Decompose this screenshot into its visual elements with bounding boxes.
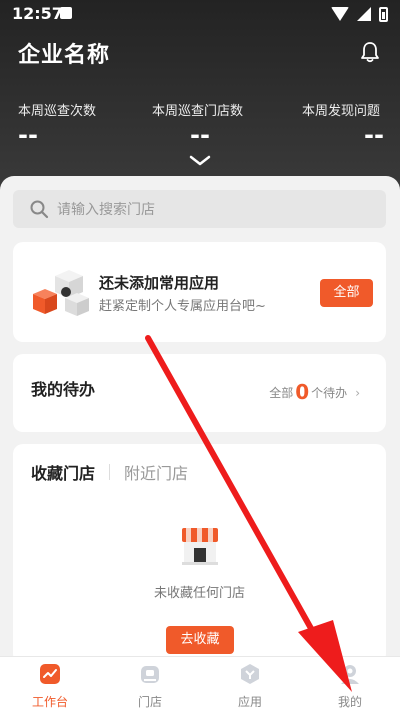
todo-title: 我的待办 [31,380,96,399]
go-favorite-button[interactable]: 去收藏 [166,626,234,654]
page-title: 企业名称 [18,43,111,68]
tab-profile[interactable]: 我的 [300,657,400,712]
search-icon [30,200,49,219]
chevron-down-icon[interactable] [188,154,212,168]
tab-nearby-stores[interactable]: 附近门店 [124,460,188,484]
stores-card: 收藏门店 附近门店 未收藏任何门店 去收藏 [13,444,386,664]
tab-label: 工作台 [31,695,68,709]
notification-icon [60,7,72,19]
bottom-tabbar: 工作台 门店 应用 我的 [0,656,400,712]
stores-tabs: 收藏门店 附近门店 [31,460,188,484]
tab-label: 我的 [337,695,362,709]
store-icon [141,666,159,683]
search-placeholder: 请输入搜索门店 [57,202,155,218]
stat-visits: 本周巡查次数 -- [18,100,96,149]
status-time: 12:57 [12,4,63,23]
wifi-icon [331,7,349,21]
apps-icon [241,664,259,684]
tab-divider [109,464,111,480]
stat-issues: 本周发现问题 -- [302,100,384,149]
store-illustration-icon [182,528,218,565]
workbench-icon [40,664,60,684]
chevron-right-icon: › [355,386,360,400]
tab-workbench[interactable]: 工作台 [0,657,100,712]
stat-value: -- [190,121,210,149]
tab-stores[interactable]: 门店 [100,657,200,712]
stat-value: -- [364,121,384,149]
stat-value: -- [18,121,38,149]
apps-empty-title: 还未添加常用应用 [99,274,220,292]
stat-label: 本周巡查门店数 [152,104,244,119]
apps-illustration-icon [33,270,89,316]
main-panel: 请输入搜索门店 还未添加常用应用 赶紧定制个人专属应用台吧~ 全部 我的待办 全… [0,176,400,664]
common-apps-card: 还未添加常用应用 赶紧定制个人专属应用台吧~ 全部 [13,242,386,342]
battery-icon [379,6,388,22]
apps-empty-subtitle: 赶紧定制个人专属应用台吧~ [99,299,266,314]
stat-label: 本周发现问题 [302,104,381,119]
todo-prefix: 全部 [269,386,294,400]
search-input[interactable]: 请输入搜索门店 [13,190,386,228]
tab-favorite-stores[interactable]: 收藏门店 [31,460,95,484]
tab-apps[interactable]: 应用 [200,657,300,712]
status-icons [331,6,388,22]
stat-label: 本周巡查次数 [18,104,97,119]
signal-icon [357,7,371,21]
status-bar: 12:57 [0,0,400,28]
empty-state-text: 未收藏任何门店 [153,586,245,601]
todo-summary[interactable]: 全部 0 个待办 › [269,378,360,404]
todo-suffix: 个待办 [311,386,348,400]
header: 12:57 企业名称 本周巡查次数 -- 本周巡查门店数 -- 本周发现问题 -… [0,0,400,200]
all-apps-button[interactable]: 全部 [320,279,373,307]
weekly-stats: 本周巡查次数 -- 本周巡查门店数 -- 本周发现问题 -- [0,100,400,150]
tab-label: 门店 [137,695,162,709]
todo-card[interactable]: 我的待办 全部 0 个待办 › [13,354,386,432]
bell-icon[interactable] [360,41,380,63]
todo-count: 0 [295,380,310,404]
profile-icon [341,665,359,684]
tab-label: 应用 [237,695,262,709]
stat-stores: 本周巡查门店数 -- [152,100,243,149]
